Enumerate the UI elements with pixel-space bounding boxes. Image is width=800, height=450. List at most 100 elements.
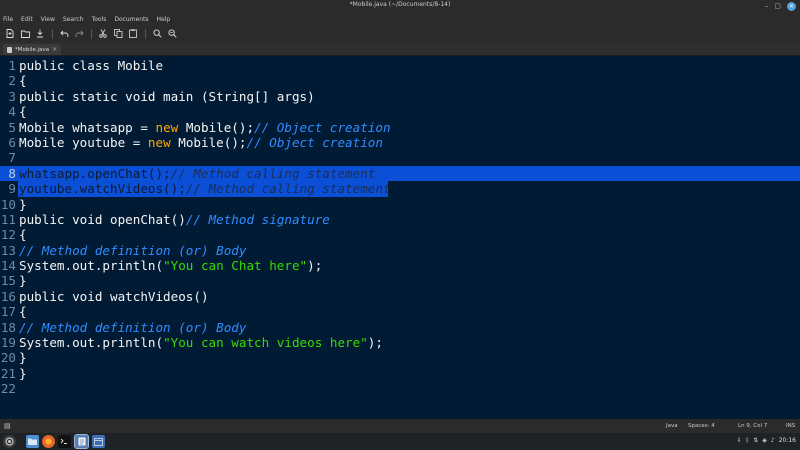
code-line[interactable]: 3 public static void main (String[] args): [0, 89, 800, 104]
text-editor-icon[interactable]: [74, 434, 89, 449]
tab-bar: *Mobile.java ×: [0, 42, 800, 56]
taskbar: ⇩ ᛒ ⇅ ◈ ♪ 20:16: [0, 433, 800, 450]
string-token: "You can watch videos here": [163, 335, 368, 351]
code-token: whatsapp.openChat();: [19, 165, 171, 181]
code-line[interactable]: 19 System.out.println("You can watch vide…: [0, 335, 800, 350]
code-token: System.out.println(: [19, 335, 164, 351]
window-title: *Mobile.java (~/Documents/8-14): [349, 1, 451, 8]
code-line[interactable]: 10}: [0, 197, 800, 212]
tab-width-selector[interactable]: Spaces: 4: [688, 423, 715, 429]
code-token: public static void main (String[] args): [19, 88, 315, 104]
search-icon[interactable]: [151, 28, 163, 40]
bluetooth-icon[interactable]: ᛒ: [746, 437, 750, 444]
code-text: public void openChat()// Method signatur…: [19, 212, 330, 227]
cursor-position: Ln 9, Col 7: [738, 423, 768, 429]
code-text: }: [19, 350, 27, 365]
code-line[interactable]: 1 public class Mobile: [0, 58, 800, 73]
comment-token: // Method definition (or) Body: [19, 242, 247, 258]
code-line[interactable]: 9 youtube.watchVideos();// Method calling…: [0, 181, 800, 197]
comment-token: // Method calling statement: [170, 165, 376, 181]
replace-icon[interactable]: [166, 28, 178, 40]
language-selector[interactable]: Java: [666, 423, 678, 429]
line-number: 5: [8, 119, 16, 135]
code-line[interactable]: 5 Mobile whatsapp = new Mobile();// Objec…: [0, 120, 800, 135]
menu-edit[interactable]: Edit: [21, 16, 33, 23]
files-icon[interactable]: [26, 435, 39, 448]
code-token: public class Mobile: [19, 58, 164, 73]
code-token: {: [19, 304, 27, 320]
toolbar-separator: [145, 28, 146, 39]
menu-tools[interactable]: Tools: [92, 16, 107, 23]
menu-search[interactable]: Search: [63, 16, 84, 23]
code-line[interactable]: 8 whatsapp.openChat();// Method calling s…: [0, 165, 800, 182]
code-line[interactable]: 11 public void openChat()// Method signat…: [0, 212, 800, 227]
code-text: public static void main (String[] args): [19, 89, 315, 104]
line-number: 7: [8, 150, 16, 166]
code-line[interactable]: 14 System.out.println("You can Chat here"…: [0, 258, 800, 273]
code-text: {: [19, 227, 27, 242]
line-number: 15: [0, 273, 16, 289]
maximize-icon[interactable]: ▢: [774, 2, 781, 11]
close-icon[interactable]: ✕: [787, 2, 796, 11]
code-line[interactable]: 6 Mobile youtube = new Mobile();// Object…: [0, 135, 800, 150]
paste-icon[interactable]: [127, 28, 139, 40]
update-icon[interactable]: ⇩: [737, 437, 742, 444]
code-line[interactable]: 7: [0, 150, 800, 165]
code-line[interactable]: 18// Method definition (or) Body: [0, 320, 800, 335]
toolbar-separator: [52, 28, 53, 39]
undo-icon[interactable]: [58, 28, 70, 40]
code-lines[interactable]: 1 public class Mobile 2{3 public static voi…: [0, 58, 800, 397]
line-number: 18: [0, 319, 16, 335]
menu-documents[interactable]: Documents: [114, 16, 148, 23]
network-icon[interactable]: ⇅: [753, 437, 758, 444]
comment-token: // Method signature: [185, 211, 330, 227]
line-number: 22: [0, 381, 16, 397]
code-line[interactable]: 15}: [0, 273, 800, 288]
menu-view[interactable]: View: [41, 16, 55, 23]
clock[interactable]: 20:16: [779, 437, 796, 444]
code-token: {: [19, 73, 27, 89]
tab-mobile-java[interactable]: *Mobile.java ×: [3, 44, 62, 55]
redo-icon[interactable]: [73, 28, 85, 40]
sidebar-toggle-icon[interactable]: ▤: [4, 422, 11, 430]
save-icon[interactable]: [34, 28, 46, 40]
line-number: 21: [0, 365, 16, 381]
system-tray: ⇩ ᛒ ⇅ ◈ ♪ 20:16: [737, 437, 796, 444]
code-line[interactable]: 13// Method definition (or) Body: [0, 243, 800, 258]
code-editor[interactable]: 1 public class Mobile 2{3 public static voi…: [0, 56, 800, 419]
code-token: }: [19, 196, 27, 212]
tab-close-icon[interactable]: ×: [52, 46, 57, 53]
string-token: "You can Chat here": [163, 258, 308, 274]
minimize-icon[interactable]: –: [765, 2, 769, 11]
code-line[interactable]: 21}: [0, 366, 800, 381]
cut-icon[interactable]: [97, 28, 109, 40]
comment-token: // Object creation: [246, 134, 383, 150]
code-line[interactable]: 22: [0, 381, 800, 396]
code-line[interactable]: 12{: [0, 227, 800, 242]
code-line[interactable]: 17{: [0, 304, 800, 319]
volume-icon[interactable]: ♪: [771, 437, 775, 444]
toolbar: [0, 25, 800, 42]
line-number: 6: [8, 134, 16, 150]
comment-token: // Method definition (or) Body: [19, 319, 247, 335]
line-number: 14: [0, 258, 16, 274]
copy-icon[interactable]: [112, 28, 124, 40]
menu-file[interactable]: File: [3, 16, 13, 23]
app-icon[interactable]: [92, 435, 105, 448]
comment-token: // Method calling statement: [185, 181, 391, 197]
code-line[interactable]: 4{: [0, 104, 800, 119]
code-text: public void watchVideos(): [19, 289, 209, 304]
firefox-icon[interactable]: [42, 435, 55, 448]
code-line[interactable]: 2{: [0, 73, 800, 88]
code-line[interactable]: 20}: [0, 350, 800, 365]
code-line[interactable]: 16 public void watchVideos(): [0, 289, 800, 304]
menu-icon[interactable]: [3, 435, 16, 448]
status-bar: ▤ Java Spaces: 4 Ln 9, Col 7 INS: [0, 419, 800, 433]
terminal-icon[interactable]: [58, 435, 71, 448]
code-token: );: [307, 258, 323, 274]
shield-icon[interactable]: ◈: [762, 437, 767, 444]
code-token: }: [19, 273, 27, 289]
open-file-icon[interactable]: [19, 28, 31, 40]
new-file-icon[interactable]: [4, 28, 16, 40]
menu-help[interactable]: Help: [157, 16, 171, 23]
